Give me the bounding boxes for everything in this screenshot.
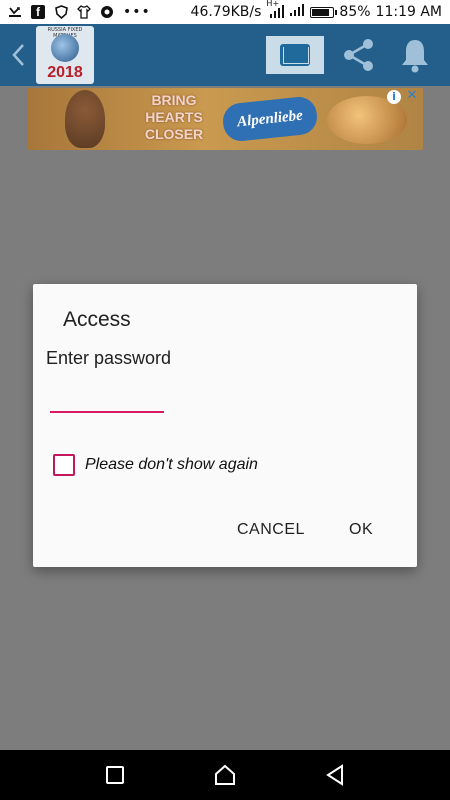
shield-icon xyxy=(54,5,68,20)
ok-button[interactable]: OK xyxy=(349,521,373,539)
password-input[interactable] xyxy=(50,387,164,413)
missed-call-icon xyxy=(8,5,22,19)
facebook-icon: f xyxy=(31,5,45,19)
status-bar: f ••• 46.79KB/s H+ 85% 11:19 AM xyxy=(0,0,450,24)
home-button[interactable] xyxy=(203,753,247,797)
notification-icons: f ••• xyxy=(8,4,151,20)
ad-banner[interactable]: BRING HEARTS CLOSER Alpenliebe i ✕ xyxy=(27,88,423,150)
ad-slogan-line: CLOSER xyxy=(144,126,204,142)
ad-slogan-line: BRING xyxy=(151,92,197,108)
more-dots-icon: ••• xyxy=(123,4,151,20)
battery-fill xyxy=(312,8,330,16)
cancel-button[interactable]: CANCEL xyxy=(237,521,305,539)
ad-model-image xyxy=(65,90,105,148)
info-icon[interactable]: i xyxy=(387,90,401,104)
shirt-icon xyxy=(77,5,91,19)
home-icon xyxy=(215,764,235,785)
close-icon[interactable]: ✕ xyxy=(405,89,419,103)
bell-icon xyxy=(402,40,428,73)
mail-button[interactable] xyxy=(266,36,324,74)
checkbox-label: Please don't show again xyxy=(85,456,258,473)
dont-show-again-checkbox[interactable] xyxy=(53,454,75,476)
chrome-icon xyxy=(100,5,114,19)
dialog-title: Access xyxy=(63,308,131,331)
notifications-button[interactable] xyxy=(394,34,436,76)
app-logo[interactable]: RUSSIA FIXED MATCHES 2018 xyxy=(36,26,94,84)
share-button[interactable] xyxy=(338,34,380,76)
recent-apps-button[interactable] xyxy=(93,753,137,797)
access-dialog: Access Enter password Please don't show … xyxy=(33,284,417,567)
clock: 11:19 AM xyxy=(375,4,442,20)
back-button[interactable] xyxy=(313,753,357,797)
ad-slogan: BRING HEARTS CLOSER xyxy=(139,92,209,143)
battery-percent: 85% xyxy=(339,4,371,20)
navigation-bar xyxy=(0,750,450,800)
battery-icon xyxy=(310,6,338,18)
recent-apps-icon xyxy=(106,766,124,784)
wifi-signal-icon xyxy=(289,3,305,21)
logo-year: 2018 xyxy=(47,64,83,81)
ad-slogan-line: HEARTS xyxy=(145,109,203,125)
share-icon xyxy=(344,39,373,71)
signal-icon: H+ xyxy=(266,0,285,19)
mail-icon xyxy=(280,44,310,66)
system-status: 46.79KB/s H+ 85% 11:19 AM xyxy=(190,0,442,21)
network-speed: 46.79KB/s xyxy=(190,4,262,20)
ad-brand-logo: Alpenliebe xyxy=(221,95,319,143)
dialog-message: Enter password xyxy=(46,348,172,368)
dont-show-again-row[interactable]: Please don't show again xyxy=(53,454,258,476)
toolbar-actions xyxy=(266,34,450,76)
chevron-left-icon[interactable] xyxy=(0,24,36,86)
logo-ball-image xyxy=(51,34,79,62)
app-toolbar: RUSSIA FIXED MATCHES 2018 xyxy=(0,24,450,86)
back-triangle-icon xyxy=(326,764,343,786)
